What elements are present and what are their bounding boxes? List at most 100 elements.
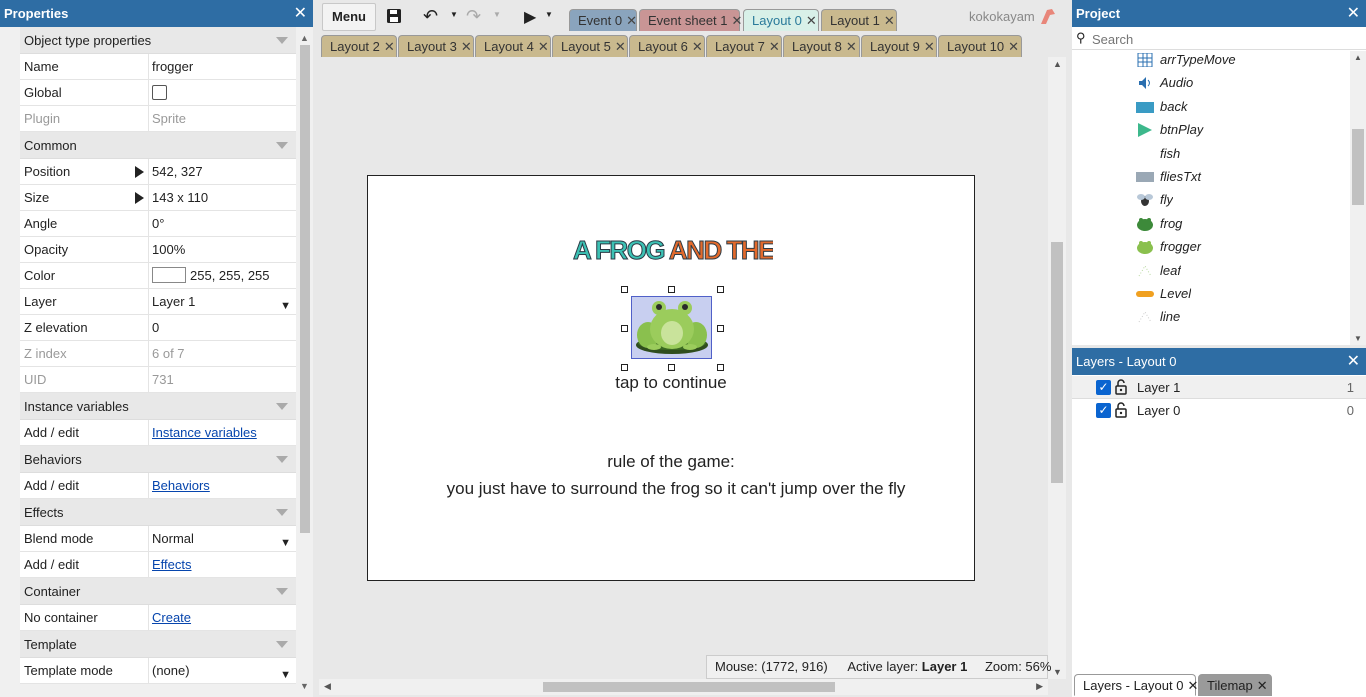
close-layers-icon[interactable]: ✕ <box>1347 348 1360 375</box>
angle-field[interactable]: 0° <box>149 211 296 236</box>
close-icon[interactable]: ✕ <box>1257 678 1268 693</box>
redo-icon[interactable]: ↷ <box>466 6 481 27</box>
close-tab-icon[interactable]: ✕ <box>384 39 395 54</box>
close-tab-icon[interactable]: ✕ <box>615 39 626 54</box>
tab-layers[interactable]: Layers - Layout 0 ✕ <box>1074 674 1198 696</box>
section-object-type[interactable]: Object type properties <box>20 27 296 54</box>
resize-handle[interactable] <box>621 286 628 293</box>
blend-mode-select[interactable]: Normal <box>152 531 194 546</box>
effects-link[interactable]: Effects <box>152 557 192 572</box>
expand-arrow-icon[interactable] <box>135 166 144 178</box>
close-tab-icon[interactable]: ✕ <box>769 39 780 54</box>
properties-scrollbar[interactable]: ▲ ▼ <box>297 27 313 697</box>
close-tab-icon[interactable]: ✕ <box>924 39 935 54</box>
scroll-up-icon[interactable]: ▲ <box>300 33 309 43</box>
instance-variables-link[interactable]: Instance variables <box>152 425 257 440</box>
collapse-icon[interactable] <box>276 509 288 516</box>
prop-name[interactable]: Name frogger <box>20 54 296 80</box>
tab-layout-10[interactable]: Layout 10 ✕ <box>938 35 1022 57</box>
prop-position[interactable]: Position 542, 327 <box>20 159 296 185</box>
redo-dropdown-icon[interactable]: ▼ <box>493 10 501 19</box>
close-tab-icon[interactable]: ✕ <box>1008 39 1019 54</box>
project-item[interactable]: fly <box>1136 190 1173 210</box>
search-input[interactable] <box>1092 30 1352 48</box>
close-tab-icon[interactable]: ✕ <box>461 39 472 54</box>
resize-handle[interactable] <box>668 286 675 293</box>
project-item[interactable]: frog <box>1136 214 1182 234</box>
global-checkbox[interactable] <box>152 84 167 100</box>
resize-handle[interactable] <box>717 364 724 371</box>
tab-event-0[interactable]: Event 0 ✕ <box>569 9 637 31</box>
frogger-sprite[interactable] <box>631 296 712 359</box>
behaviors-link[interactable]: Behaviors <box>152 478 210 493</box>
close-tab-icon[interactable]: ✕ <box>626 13 637 28</box>
prop-no-container[interactable]: No container Create <box>20 605 296 631</box>
resize-handle[interactable] <box>621 364 628 371</box>
undo-dropdown-icon[interactable]: ▼ <box>450 10 458 19</box>
chevron-down-icon[interactable]: ▼ <box>280 663 291 688</box>
undo-icon[interactable]: ↶ <box>423 6 438 27</box>
project-item[interactable]: line <box>1136 307 1180 327</box>
resize-handle[interactable] <box>668 364 675 371</box>
rule-title-text[interactable]: rule of the game: <box>368 452 974 472</box>
play-dropdown-icon[interactable]: ▼ <box>545 10 553 19</box>
tab-layout-6[interactable]: Layout 6 ✕ <box>629 35 705 57</box>
layer-row[interactable]: ✓ Layer 1 1 <box>1072 376 1366 399</box>
collapse-icon[interactable] <box>276 37 288 44</box>
section-container[interactable]: Container <box>20 578 296 605</box>
section-behaviors[interactable]: Behaviors <box>20 446 296 473</box>
layer-row[interactable]: ✓ Layer 0 0 <box>1072 399 1366 422</box>
scroll-down-icon[interactable]: ▼ <box>300 681 309 691</box>
resize-handle[interactable] <box>717 286 724 293</box>
scroll-thumb[interactable] <box>300 45 310 533</box>
tab-layout-0[interactable]: Layout 0 ✕ <box>743 9 819 31</box>
tab-layout-8[interactable]: Layout 8 ✕ <box>783 35 860 57</box>
menu-button[interactable]: Menu <box>322 3 376 31</box>
scroll-up-icon[interactable]: ▲ <box>1354 53 1362 62</box>
collapse-icon[interactable] <box>276 142 288 149</box>
scroll-thumb[interactable] <box>1051 242 1063 483</box>
prop-layer[interactable]: Layer Layer 1 ▼ <box>20 289 296 315</box>
project-item[interactable]: fish <box>1136 144 1180 164</box>
position-field[interactable]: 542, 327 <box>152 164 203 179</box>
project-item[interactable]: leaf <box>1136 261 1181 281</box>
prop-iv-add[interactable]: Add / edit Instance variables <box>20 420 296 446</box>
scroll-right-icon[interactable]: ▶ <box>1036 681 1043 692</box>
close-tab-icon[interactable]: ✕ <box>806 13 817 28</box>
close-tab-icon[interactable]: ✕ <box>732 13 743 28</box>
scroll-left-icon[interactable]: ◀ <box>324 681 331 692</box>
close-tab-icon[interactable]: ✕ <box>538 39 549 54</box>
close-properties-icon[interactable]: ✕ <box>294 0 307 27</box>
close-tab-icon[interactable]: ✕ <box>692 39 703 54</box>
z-elevation-field[interactable]: 0 <box>149 315 296 340</box>
collapse-icon[interactable] <box>276 456 288 463</box>
collapse-icon[interactable] <box>276 641 288 648</box>
template-mode-select[interactable]: (none) <box>152 663 190 678</box>
lock-icon[interactable] <box>1115 379 1127 395</box>
close-icon[interactable]: ✕ <box>1187 678 1198 693</box>
resize-handle[interactable] <box>621 325 628 332</box>
layer-visible-checkbox[interactable]: ✓ <box>1096 380 1111 395</box>
project-item[interactable]: Level <box>1136 284 1191 304</box>
tap-to-continue-text[interactable]: tap to continue <box>368 373 974 393</box>
scroll-thumb[interactable] <box>543 682 835 692</box>
tab-layout-9[interactable]: Layout 9 ✕ <box>861 35 937 57</box>
color-value[interactable]: 255, 255, 255 <box>190 268 270 283</box>
project-item[interactable]: arrTypeMove <box>1136 50 1236 70</box>
prop-global[interactable]: Global <box>20 80 296 106</box>
prop-template-mode[interactable]: Template mode (none) ▼ <box>20 658 296 684</box>
prop-opacity[interactable]: Opacity 100% <box>20 237 296 263</box>
prop-color[interactable]: Color 255, 255, 255 <box>20 263 296 289</box>
close-tab-icon[interactable]: ✕ <box>884 13 895 28</box>
prop-blend[interactable]: Blend mode Normal ▼ <box>20 526 296 552</box>
section-template[interactable]: Template <box>20 631 296 658</box>
prop-angle[interactable]: Angle 0° <box>20 211 296 237</box>
color-swatch[interactable] <box>152 267 186 284</box>
section-effects[interactable]: Effects <box>20 499 296 526</box>
prop-size[interactable]: Size 143 x 110 <box>20 185 296 211</box>
create-container-link[interactable]: Create <box>152 610 191 625</box>
layer-select[interactable]: Layer 1 <box>152 294 195 309</box>
size-field[interactable]: 143 x 110 <box>152 190 208 205</box>
rule-text[interactable]: you just have to surround the frog so it… <box>368 479 984 499</box>
collapse-icon[interactable] <box>276 588 288 595</box>
